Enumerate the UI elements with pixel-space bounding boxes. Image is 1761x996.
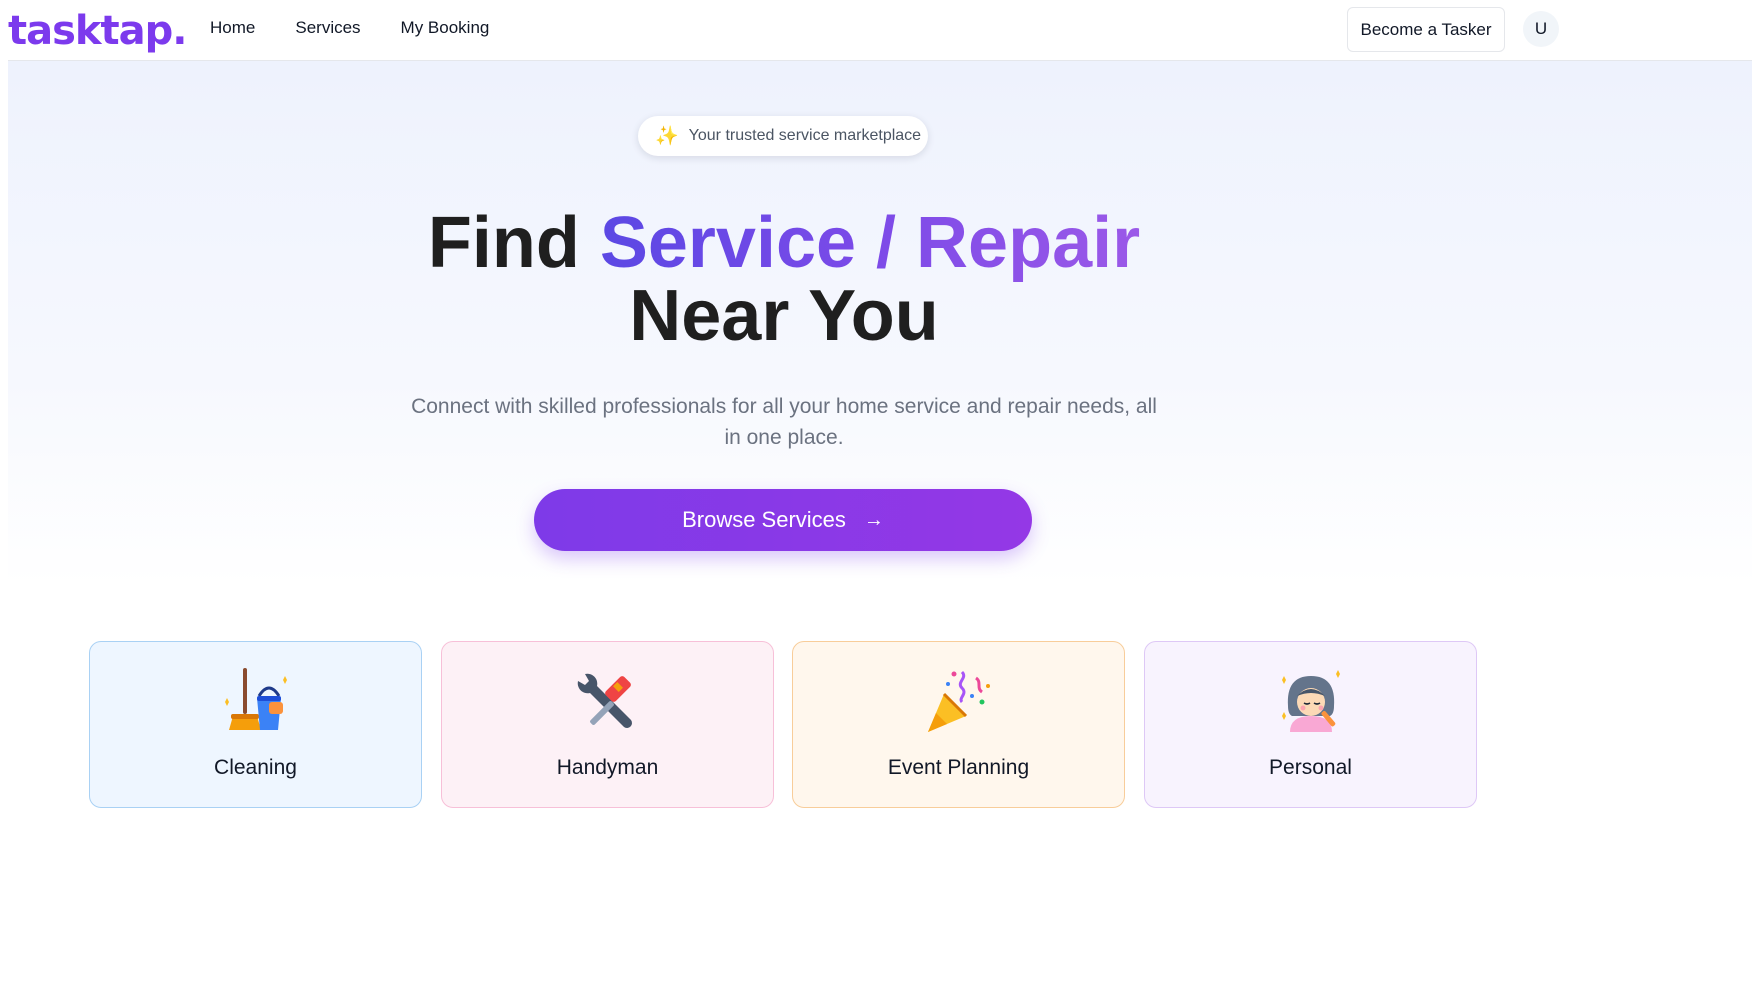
nav-my-booking[interactable]: My Booking xyxy=(401,18,490,38)
title-near-you: Near You xyxy=(629,276,939,356)
title-find: Find xyxy=(427,203,600,283)
browse-services-label: Browse Services xyxy=(682,507,846,532)
sparkle-icon: ✨ xyxy=(655,125,679,147)
hero-subtitle: Connect with skilled professionals for a… xyxy=(411,395,1157,449)
marketplace-badge: ✨ Your trusted service marketplace xyxy=(638,116,928,156)
category-label-cleaning: Cleaning xyxy=(214,756,297,779)
party-popper-icon xyxy=(927,670,990,732)
hero-section: ✨ Your trusted service marketplace Find … xyxy=(8,61,1752,586)
title-highlight: Service / Repair xyxy=(599,203,1141,283)
category-label-event-planning: Event Planning xyxy=(887,756,1030,779)
category-card-personal[interactable]: Personal xyxy=(1144,641,1477,808)
tasktap-logo[interactable]: tasktap. xyxy=(8,8,187,54)
main-nav: Home Services My Booking xyxy=(210,18,489,38)
arrow-right-icon: → xyxy=(863,508,884,531)
nav-services[interactable]: Services xyxy=(295,18,360,38)
category-card-cleaning[interactable]: Cleaning xyxy=(89,641,422,808)
category-label-personal: Personal xyxy=(1269,756,1352,779)
category-card-handyman[interactable]: Handyman xyxy=(441,641,774,808)
beauty-person-icon xyxy=(1281,670,1340,732)
category-label-handyman: Handyman xyxy=(556,756,659,779)
hero-title: Find Service / Repair Near You xyxy=(8,207,1560,353)
category-card-event-planning[interactable]: Event Planning xyxy=(792,641,1125,808)
nav-home[interactable]: Home xyxy=(210,18,255,38)
top-navbar: tasktap. Home Services My Booking Become… xyxy=(8,0,1752,61)
badge-text: Your trusted service marketplace xyxy=(688,127,922,144)
user-avatar[interactable]: U xyxy=(1523,11,1559,47)
tools-icon xyxy=(577,673,632,728)
browse-services-button[interactable]: Browse Services → xyxy=(534,489,1032,551)
broom-bucket-icon xyxy=(224,668,287,730)
become-tasker-button[interactable]: Become a Tasker xyxy=(1347,7,1505,52)
